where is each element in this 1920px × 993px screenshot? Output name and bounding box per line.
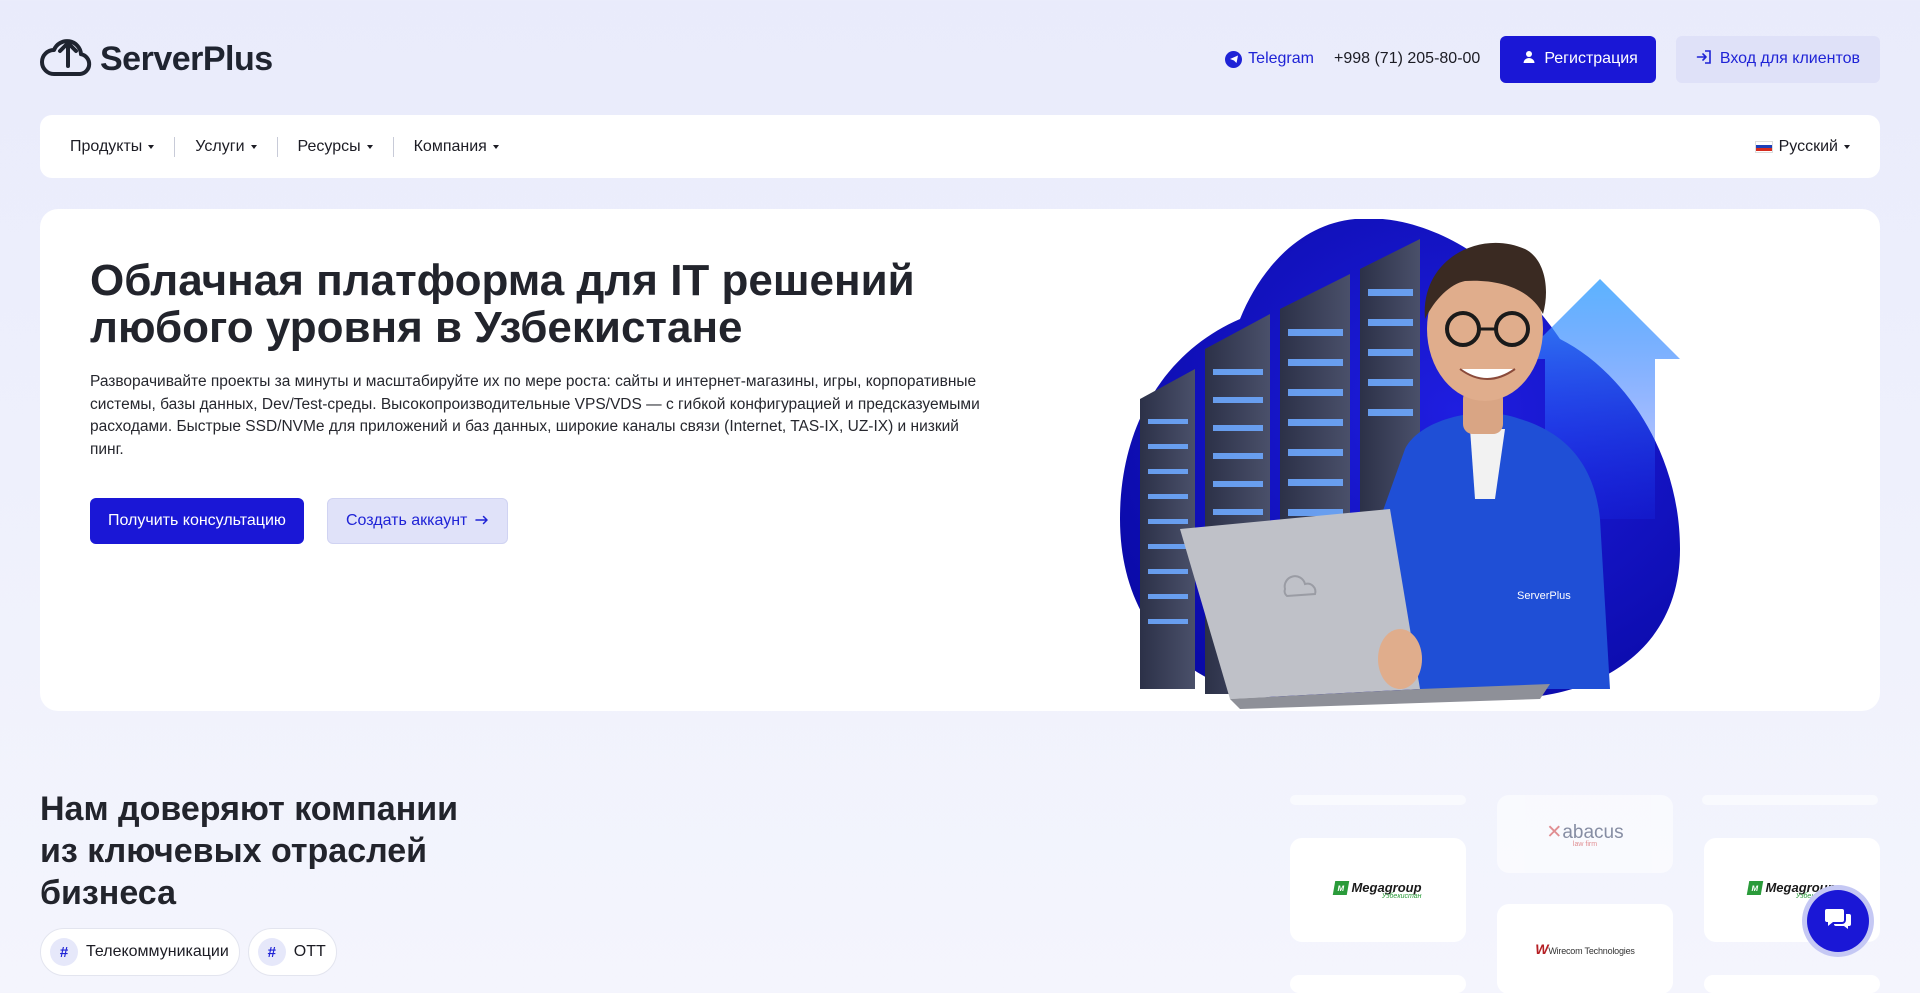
nav-item-services[interactable]: Услуги — [175, 138, 276, 156]
tag-ott[interactable]: # OTT — [247, 928, 337, 976]
main-nav: Продукты Услуги Ресурсы Компания Русский — [40, 115, 1880, 178]
chat-button[interactable] — [1807, 890, 1869, 952]
user-icon — [1522, 50, 1536, 69]
wirecom-name: Wirecom Technologies — [1548, 946, 1635, 956]
trust-section-title: Нам доверяют компании из ключевых отрасл… — [40, 790, 459, 912]
client-logo-card — [1704, 975, 1880, 993]
megagroup-logo-icon: M — [1747, 880, 1764, 895]
telegram-link[interactable]: Telegram — [1225, 50, 1314, 68]
register-label: Регистрация — [1544, 50, 1638, 67]
client-logo-card — [1702, 795, 1878, 805]
hero-description: Разворачивайте проекты за минуты и масшт… — [90, 373, 980, 458]
login-icon — [1696, 49, 1712, 70]
language-selector[interactable]: Русский — [1754, 137, 1850, 156]
caret-down-icon — [148, 144, 155, 149]
caret-down-icon — [366, 144, 373, 149]
logo-text: ServerPlus — [100, 39, 273, 78]
client-logo-card — [1290, 795, 1466, 805]
nav-item-resources[interactable]: Ресурсы — [278, 138, 393, 156]
language-label: Русский — [1778, 137, 1838, 155]
caret-down-icon — [250, 144, 257, 149]
nav-item-label: Компания — [413, 137, 487, 155]
client-logo-megagroup: M Megagroup Узбекистан — [1290, 838, 1466, 942]
hero-section: Облачная платформа для IT решений любого… — [40, 209, 1880, 711]
login-button[interactable]: Вход для клиентов — [1675, 35, 1880, 83]
tag-telecom[interactable]: # Телекоммуникации — [40, 928, 240, 976]
telegram-icon — [1225, 50, 1243, 68]
phone-number[interactable]: +998 (71) 205-80-00 — [1334, 50, 1480, 68]
nav-item-company[interactable]: Компания — [394, 138, 519, 156]
nav-item-label: Продукты — [70, 137, 143, 155]
register-button[interactable]: Регистрация — [1500, 35, 1656, 83]
cloud-upload-icon — [40, 36, 92, 83]
hash-icon: # — [50, 938, 78, 966]
nav-item-label: Ресурсы — [297, 137, 361, 155]
client-logo-card — [1290, 975, 1466, 993]
client-logo-wirecom: WWirecom Technologies — [1497, 904, 1673, 993]
login-label: Вход для клиентов — [1719, 50, 1860, 67]
caret-down-icon — [492, 144, 499, 149]
megagroup-logo-icon: M — [1333, 880, 1350, 895]
hash-icon: # — [257, 938, 286, 966]
telegram-label: Telegram — [1248, 50, 1314, 67]
consultation-button[interactable]: Получить консультацию — [90, 498, 304, 544]
caret-down-icon — [1844, 144, 1850, 149]
arrow-right-icon — [475, 512, 489, 530]
chat-icon — [1824, 907, 1852, 936]
client-logo-abacus: ✕abacus law firm — [1497, 795, 1673, 873]
create-account-label: Создать аккаунт — [346, 512, 468, 529]
tag-label: OTT — [293, 943, 326, 960]
create-account-button[interactable]: Создать аккаунт — [327, 498, 509, 544]
tag-label: Телекоммуникации — [86, 943, 229, 960]
hero-title: Облачная платформа для IT решений любого… — [90, 256, 915, 352]
industry-tags: # Телекоммуникации # OTT — [40, 928, 337, 976]
russia-flag-icon — [1754, 140, 1773, 153]
laptop-brand-label: ServerPlus — [1517, 590, 1571, 602]
nav-item-label: Услуги — [195, 137, 245, 155]
hero-illustration: ServerPlus — [1120, 218, 1760, 709]
abacus-name: abacus — [1562, 821, 1624, 843]
logo[interactable]: ServerPlus — [40, 36, 273, 83]
site-header: ServerPlus Telegram +998 (71) 205-80-00 … — [40, 28, 1880, 90]
nav-item-products[interactable]: Продукты — [70, 138, 174, 156]
